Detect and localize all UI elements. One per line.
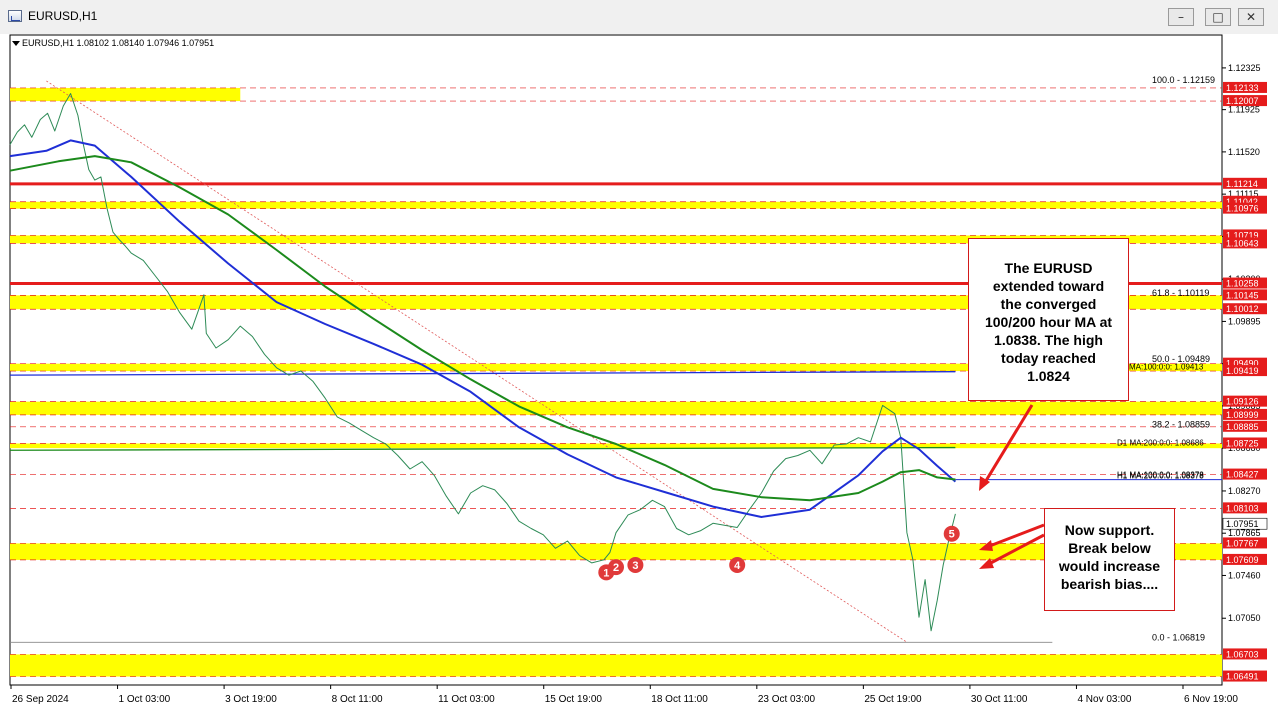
y-tick-label: 1.09895 bbox=[1228, 316, 1261, 326]
annotation-line: 1.0824 bbox=[1027, 368, 1070, 384]
price-tag-label: 1.08999 bbox=[1226, 410, 1259, 420]
annotation-line: extended toward bbox=[992, 278, 1105, 294]
x-tick-label: 26 Sep 2024 bbox=[12, 694, 69, 705]
swing-low-marker-label: 4 bbox=[734, 560, 741, 572]
minimize-button[interactable]: – bbox=[1168, 8, 1194, 26]
price-tag-label: 1.06491 bbox=[1226, 672, 1259, 682]
support-resistance-zone bbox=[10, 654, 1222, 677]
support-resistance-zone bbox=[10, 87, 241, 102]
y-tick-label: 1.08270 bbox=[1228, 486, 1261, 496]
swing-low-marker-label: 5 bbox=[949, 529, 955, 541]
x-tick-label: 4 Nov 03:00 bbox=[1077, 694, 1131, 705]
support-resistance-zone bbox=[10, 401, 1222, 415]
support-resistance-zone bbox=[10, 201, 1222, 209]
chart-area[interactable]: 100.0 - 1.12159 61.8 - 1.10119 50.0 - 1.09… bbox=[0, 34, 1278, 719]
price-tag-label: 1.07951 bbox=[1226, 519, 1259, 529]
price-tag-label: 1.08725 bbox=[1226, 438, 1259, 448]
close-button[interactable]: ✕ bbox=[1238, 8, 1264, 26]
annotation-line: Now support. bbox=[1064, 522, 1155, 538]
annotation-line: 100/200 hour MA at bbox=[984, 314, 1113, 330]
y-tick-label: 1.12325 bbox=[1228, 63, 1261, 73]
annotation-support: Now support. Break below would increase … bbox=[1044, 508, 1175, 611]
window-title: EURUSD,H1 bbox=[28, 9, 98, 23]
price-tag-label: 1.10976 bbox=[1226, 204, 1259, 214]
chart-window-icon bbox=[8, 10, 22, 22]
x-tick-label: 23 Oct 03:00 bbox=[758, 694, 816, 705]
price-tag-label: 1.08427 bbox=[1226, 470, 1259, 480]
x-tick-label: 15 Oct 19:00 bbox=[545, 694, 603, 705]
price-tag-label: 1.10145 bbox=[1226, 290, 1259, 300]
annotation-line: today reached bbox=[1001, 350, 1096, 366]
x-tick-label: 30 Oct 11:00 bbox=[971, 694, 1028, 705]
price-tag-label: 1.07609 bbox=[1226, 555, 1259, 565]
annotation-line: The EURUSD bbox=[1004, 260, 1093, 276]
price-tag-label: 1.09419 bbox=[1226, 366, 1259, 376]
ma-level-label: H1 MA:200:0:0: 1.08378 bbox=[1117, 471, 1204, 480]
y-tick-label: 1.11925 bbox=[1228, 105, 1260, 115]
y-tick-label: 1.07865 bbox=[1228, 528, 1261, 538]
price-tag-label: 1.10258 bbox=[1226, 279, 1259, 289]
symbol-dropdown-icon[interactable] bbox=[12, 41, 20, 46]
maximize-button[interactable]: □ bbox=[1205, 8, 1231, 26]
price-tag-label: 1.09126 bbox=[1226, 397, 1259, 407]
ma-level-label: D1 MA:200:0:0: 1.08686 bbox=[1117, 439, 1204, 448]
price-tag-label: 1.11214 bbox=[1226, 179, 1258, 189]
annotation-line: would increase bbox=[1058, 558, 1161, 574]
series-ma100 bbox=[9, 139, 957, 518]
price-tag-label: 1.10012 bbox=[1226, 304, 1259, 314]
support-resistance-zone bbox=[10, 543, 1222, 560]
x-tick-label: 1 Oct 03:00 bbox=[119, 694, 171, 705]
price-tag-label: 1.06703 bbox=[1226, 649, 1259, 659]
price-tag-label: 1.07767 bbox=[1226, 538, 1259, 548]
swing-low-marker-label: 3 bbox=[632, 560, 638, 572]
y-tick-label: 1.07050 bbox=[1228, 613, 1261, 623]
annotation-line: the converged bbox=[1000, 296, 1097, 312]
annotation-line: 1.0838. The high bbox=[994, 332, 1103, 348]
x-tick-label: 8 Oct 11:00 bbox=[332, 694, 383, 705]
x-tick-label: 6 Nov 19:00 bbox=[1184, 694, 1238, 705]
swing-low-marker-label: 2 bbox=[613, 562, 619, 574]
fib-level-label: 0.0 - 1.06819 bbox=[1152, 632, 1205, 642]
annotation-line: Break below bbox=[1068, 540, 1151, 556]
fib-level-label: 100.0 - 1.12159 bbox=[1152, 75, 1215, 85]
price-tag-label: 1.12007 bbox=[1226, 96, 1259, 106]
fib-level-label: 38.2 - 1.08859 bbox=[1152, 420, 1210, 430]
annotation-ma-test: The EURUSD extended toward the converged… bbox=[968, 238, 1129, 401]
daily-ma100-line bbox=[9, 371, 956, 376]
window-titlebar: EURUSD,H1 – □ ✕ bbox=[0, 0, 1278, 35]
price-tag-label: 1.08103 bbox=[1226, 503, 1259, 513]
x-tick-label: 3 Oct 19:00 bbox=[225, 694, 277, 705]
price-tag-label: 1.12133 bbox=[1226, 83, 1259, 93]
ohlc-readout: EURUSD,H1 1.08102 1.08140 1.07946 1.0795… bbox=[22, 38, 215, 48]
x-tick-label: 11 Oct 03:00 bbox=[438, 694, 495, 705]
price-tag-label: 1.08885 bbox=[1226, 422, 1259, 432]
price-tag-label: 1.10643 bbox=[1226, 238, 1259, 248]
y-tick-label: 1.07460 bbox=[1228, 570, 1261, 580]
x-tick-label: 18 Oct 11:00 bbox=[651, 694, 708, 705]
fib-level-label: 61.8 - 1.10119 bbox=[1152, 288, 1209, 298]
x-tick-label: 25 Oct 19:00 bbox=[864, 694, 922, 705]
ma-level-label: MA:100:0:0: 1.09413 bbox=[1129, 363, 1204, 372]
annotation-line: bearish bias.... bbox=[1060, 576, 1159, 592]
y-tick-label: 1.11520 bbox=[1228, 147, 1260, 157]
